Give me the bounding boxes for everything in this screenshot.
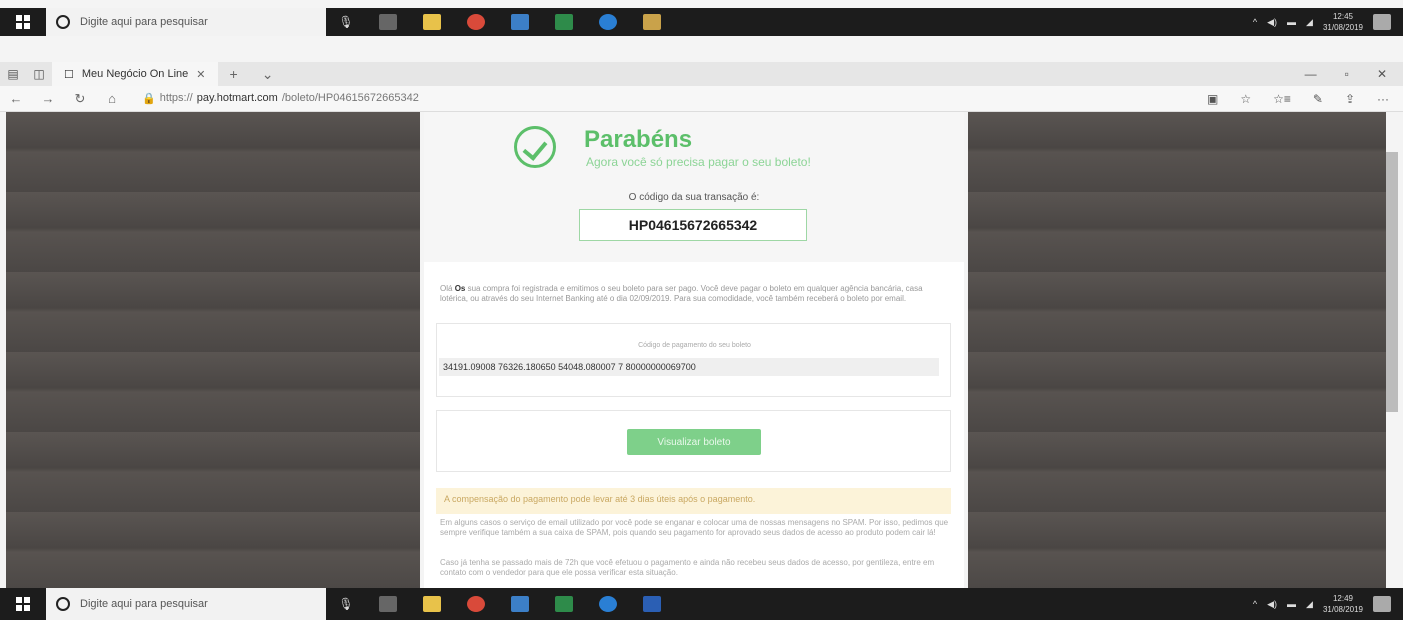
close-window-icon[interactable]: ✕ [1377, 67, 1387, 81]
success-header: Parabéns Agora você só precisa pagar o s… [424, 112, 964, 262]
minimize-icon[interactable]: — [1305, 67, 1317, 81]
notification-icon[interactable] [1373, 14, 1391, 30]
network-icon[interactable]: ◢ [1306, 17, 1313, 28]
share-icon[interactable]: ⇪ [1345, 92, 1355, 106]
chrome-icon[interactable] [454, 8, 498, 36]
network-icon[interactable]: ◢ [1306, 599, 1313, 610]
set-aside-tabs-icon[interactable]: ◫ [26, 67, 52, 81]
cortana-icon [56, 597, 70, 611]
greeting: Olá [440, 284, 453, 293]
url-path: /boleto/HP04615672665342 [281, 92, 419, 104]
search-placeholder: Digite aqui para pesquisar [80, 16, 208, 28]
edge-icon[interactable] [586, 8, 630, 36]
favorite-star-icon[interactable]: ☆ [1240, 92, 1251, 106]
taskbar-top: Digite aqui para pesquisar 🎙 ^ ◀) ▬ ◢ 12… [0, 8, 1403, 36]
clock-date: 31/08/2019 [1322, 605, 1363, 614]
forward-icon[interactable]: → [32, 91, 64, 106]
photos-icon[interactable] [498, 588, 542, 620]
cortana-icon [56, 15, 70, 29]
chevron-down-icon[interactable]: ⌄ [250, 66, 286, 83]
chevron-up-icon[interactable]: ^ [1253, 599, 1257, 609]
excel-icon[interactable] [542, 588, 586, 620]
view-boleto-button[interactable]: Visualizar boleto [627, 429, 761, 455]
scrollbar[interactable] [1386, 152, 1398, 412]
url-domain: pay.hotmart.com [196, 92, 278, 104]
page-subtitle: Agora você só precisa pagar o seu boleto… [586, 155, 811, 169]
new-tab-icon[interactable]: + [218, 66, 250, 82]
start-button[interactable] [0, 588, 46, 620]
start-button[interactable] [0, 8, 46, 36]
taskbar-clock[interactable]: 12:49 31/08/2019 [1323, 593, 1363, 615]
tab-title: Meu Negócio On Line [81, 68, 189, 80]
chevron-up-icon[interactable]: ^ [1253, 17, 1257, 27]
maximize-icon[interactable]: ▫ [1345, 67, 1349, 81]
photos-icon[interactable] [498, 8, 542, 36]
notification-icon[interactable] [1373, 596, 1391, 612]
check-circle-icon [514, 126, 556, 168]
page-content: Parabéns Agora você só precisa pagar o s… [424, 112, 964, 588]
clock-time: 12:49 [1332, 594, 1353, 603]
search-placeholder: Digite aqui para pesquisar [80, 598, 208, 610]
instructions-text: Olá Os sua compra foi registrada e emiti… [440, 284, 950, 304]
microphone-icon[interactable]: 🎙 [326, 597, 366, 611]
volume-icon[interactable]: ◀) [1267, 17, 1277, 28]
refresh-icon[interactable]: ↻ [64, 91, 96, 107]
customer-name: Os [454, 284, 466, 293]
taskbar-search[interactable]: Digite aqui para pesquisar [46, 8, 326, 36]
background-left [6, 112, 420, 588]
barcode-panel: Código de pagamento do seu boleto 34191.… [436, 323, 951, 397]
file-explorer-icon[interactable] [410, 8, 454, 36]
chrome-icon[interactable] [454, 588, 498, 620]
barcode-label: Código de pagamento do seu boleto [638, 342, 751, 349]
close-tab-icon[interactable]: ✕ [196, 68, 205, 81]
excel-icon[interactable] [542, 8, 586, 36]
app-icon[interactable] [630, 8, 674, 36]
spam-notice: Em alguns casos o serviço de email utili… [440, 518, 949, 537]
background-right [968, 112, 1386, 588]
taskbar-bottom: Digite aqui para pesquisar 🎙 ^ ◀) ▬ ◢ 12… [0, 588, 1403, 620]
notes-icon[interactable]: ✎ [1313, 92, 1323, 106]
clock-time: 12:45 [1332, 12, 1353, 21]
battery-icon[interactable]: ▬ [1287, 17, 1296, 27]
edge-icon[interactable] [586, 588, 630, 620]
windows-icon [16, 597, 30, 611]
instructions-body: sua compra foi registrada e emitimos o s… [440, 284, 923, 303]
file-explorer-icon[interactable] [410, 588, 454, 620]
task-view-icon[interactable] [366, 588, 410, 620]
transaction-code: HP04615672665342 [579, 209, 807, 241]
home-icon[interactable]: ⌂ [96, 91, 128, 106]
system-tray: ^ ◀) ▬ ◢ 12:45 31/08/2019 [1253, 11, 1403, 33]
address-bar: ← → ↻ ⌂ 🔒 https://pay.hotmart.com/boleto… [0, 86, 1403, 112]
compensation-alert: A compensação do pagamento pode levar at… [436, 488, 951, 514]
tab-preview-icon[interactable]: ▤ [0, 67, 26, 81]
task-view-icon[interactable] [366, 8, 410, 36]
back-icon[interactable]: ← [0, 91, 32, 106]
page-title: Parabéns [584, 126, 693, 153]
more-icon[interactable]: ··· [1377, 92, 1389, 106]
browser-tab-strip: ▤ ◫ ☐ Meu Negócio On Line ✕ + ⌄ — ▫ ✕ [0, 62, 1403, 86]
microphone-icon[interactable]: 🎙 [326, 15, 366, 29]
favorites-icon[interactable]: ☆≡ [1273, 92, 1291, 106]
tab-meu-negocio[interactable]: ☐ Meu Negócio On Line ✕ [52, 62, 218, 86]
button-panel: Visualizar boleto [436, 410, 951, 472]
transaction-code-label: O código da sua transação é: [628, 192, 760, 203]
page-viewport: Parabéns Agora você só precisa pagar o s… [0, 112, 1403, 588]
page-icon: ☐ [64, 68, 74, 81]
battery-icon[interactable]: ▬ [1287, 599, 1296, 609]
clock-date: 31/08/2019 [1322, 23, 1363, 32]
url-prefix: https:// [159, 92, 193, 104]
url-field[interactable]: 🔒 https://pay.hotmart.com/boleto/HP04615… [142, 92, 419, 105]
contact-notice: Caso já tenha se passado mais de 72h que… [440, 558, 935, 577]
reading-view-icon[interactable]: ▣ [1207, 92, 1218, 106]
windows-icon [16, 15, 30, 29]
taskbar-search[interactable]: Digite aqui para pesquisar [46, 588, 326, 620]
volume-icon[interactable]: ◀) [1267, 599, 1277, 610]
word-icon[interactable] [630, 588, 674, 620]
taskbar-clock[interactable]: 12:45 31/08/2019 [1323, 11, 1363, 33]
lock-icon: 🔒 [142, 93, 156, 105]
system-tray: ^ ◀) ▬ ◢ 12:49 31/08/2019 [1253, 593, 1403, 615]
barcode-number[interactable]: 34191.09008 76326.180650 54048.080007 7 … [439, 358, 939, 376]
